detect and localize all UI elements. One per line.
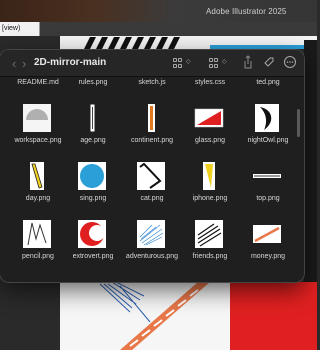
file-name: money.png (250, 253, 286, 260)
vertical-bar-outline-icon (89, 103, 96, 133)
semicircle-gray-icon (23, 104, 51, 132)
file-item[interactable]: sing.png (63, 161, 123, 221)
file-item[interactable]: glass.png (180, 103, 240, 163)
file-item[interactable]: extrovert.png (63, 219, 123, 279)
black-crescent-shape-icon (255, 104, 279, 132)
file-item[interactable]: money.png (238, 219, 298, 279)
back-button[interactable]: ‹ (12, 56, 16, 71)
app-title: Adobe Illustrator 2025 (206, 7, 287, 16)
finder-toolbar: ‹ › 2D-mirror-main ◇ ◇ (0, 50, 304, 77)
file-item[interactable]: age.png (63, 103, 123, 163)
red-triangle-card-icon (194, 108, 224, 128)
artboard-artwork (60, 282, 317, 350)
blue-circle-icon (78, 162, 106, 190)
black-angle-line-icon (137, 162, 165, 190)
view-grid-icon[interactable] (173, 58, 183, 68)
document-tab[interactable]: [view) (0, 22, 40, 36)
file-name: ted.png (256, 79, 280, 86)
orange-diagonal-bar-icon (253, 225, 281, 243)
zigzag-sketch-icon (23, 220, 51, 248)
file-item[interactable]: adventurous.png (122, 219, 182, 279)
illustrator-title-bar: Adobe Illustrator 2025 (0, 0, 317, 22)
tag-icon[interactable] (263, 55, 275, 71)
group-chevron-icon[interactable]: ◇ (222, 58, 227, 65)
horizontal-line-icon (253, 174, 281, 178)
vertical-bar-orange-icon (148, 104, 155, 132)
window-title: 2D-mirror-main (34, 57, 107, 68)
file-item[interactable]: iphone.png (180, 161, 240, 221)
file-item[interactable]: nightOwl.png (238, 103, 298, 163)
file-grid: README.md rules.png sketch.js styles.css… (0, 77, 304, 282)
yellow-triangle-icon (203, 162, 215, 190)
artboard-stripes (60, 37, 320, 49)
file-item[interactable]: pencil.png (8, 219, 68, 279)
file-name: nightOwl.png (247, 137, 289, 144)
blue-scribble-icon (137, 220, 165, 248)
group-by-icon[interactable] (209, 58, 219, 68)
more-actions-icon[interactable] (283, 55, 297, 71)
file-item[interactable]: workspace.png (8, 103, 68, 163)
file-item[interactable]: top.png (238, 161, 298, 221)
file-item[interactable]: friends.png (180, 219, 240, 279)
artboard-bottom (60, 282, 317, 350)
diagonal-black-lines-icon (195, 220, 223, 248)
red-crescent-icon (78, 220, 106, 248)
share-icon[interactable] (243, 55, 253, 71)
file-item[interactable]: cat.png (122, 161, 182, 221)
illustrator-panel-strip (304, 40, 317, 285)
artboard-top (60, 36, 320, 49)
file-name: top.png (256, 195, 280, 202)
scrollbar[interactable] (297, 109, 300, 137)
finder-window: ‹ › 2D-mirror-main ◇ ◇ README.md rules.p… (0, 50, 304, 282)
view-chevron-icon[interactable]: ◇ (186, 58, 191, 65)
illustrator-tab-bar (40, 22, 317, 36)
file-item[interactable]: continent.png (122, 103, 182, 163)
forward-button[interactable]: › (22, 56, 26, 71)
file-item[interactable]: day.png (8, 161, 68, 221)
yellow-pencil-icon (30, 162, 44, 190)
